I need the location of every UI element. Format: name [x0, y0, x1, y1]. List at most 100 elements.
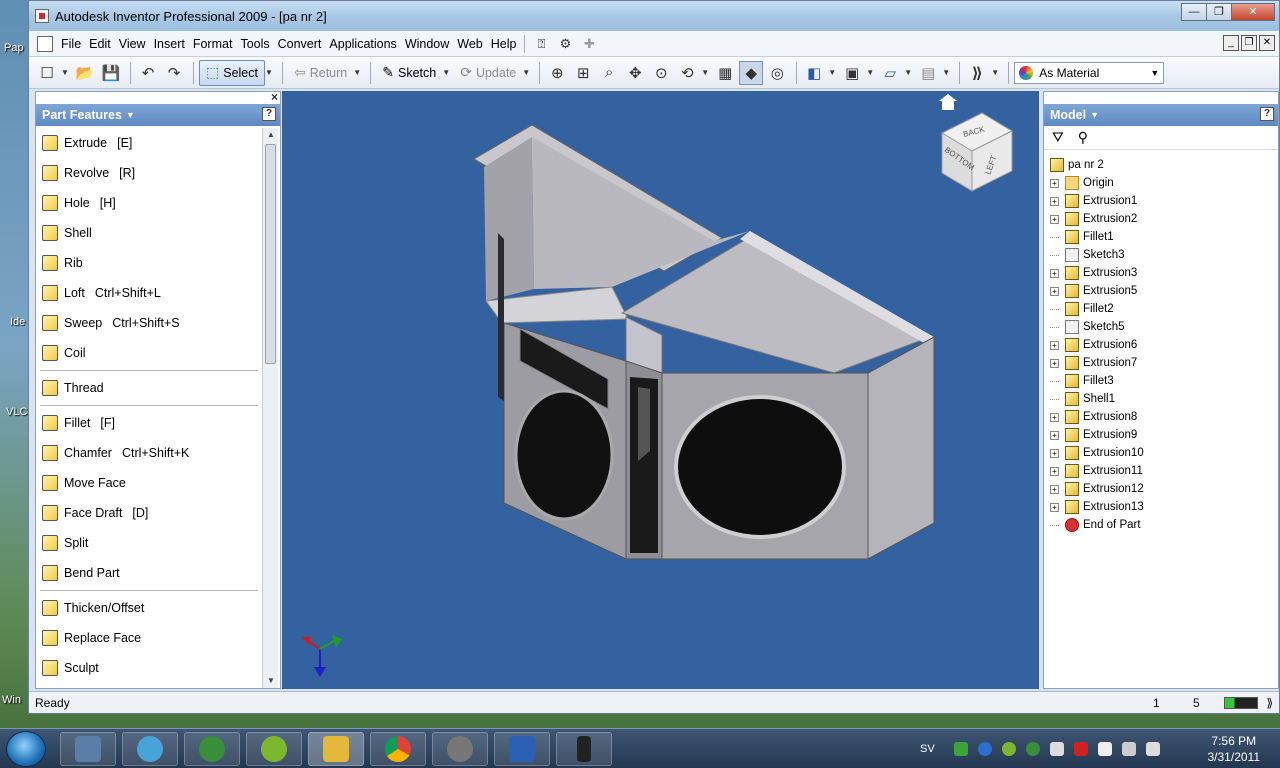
feature-hole[interactable]: Hole [H] — [36, 188, 262, 218]
utorrent-tray-icon[interactable] — [1025, 742, 1040, 756]
app-icon[interactable] — [35, 9, 49, 23]
orbit-dropdown-icon[interactable]: ▼ — [701, 68, 713, 77]
taskbar-app-utorrent[interactable] — [184, 732, 240, 766]
display-mode-icon[interactable]: ▣ — [840, 61, 864, 85]
return-dropdown-icon[interactable]: ▼ — [353, 68, 365, 77]
whats-this-help-icon[interactable]: ⍰ — [532, 35, 550, 53]
select-button[interactable]: ⬚ Select — [199, 59, 265, 86]
expand-toggle-icon[interactable]: + — [1050, 214, 1059, 224]
tree-node[interactable]: + Extrusion8 — [1050, 408, 1278, 426]
plane-tray-icon[interactable] — [1049, 742, 1064, 756]
title-bar[interactable]: Autodesk Inventor Professional 2009 - [p… — [29, 1, 1279, 31]
return-button[interactable]: ⇦ Return — [288, 60, 353, 86]
filter-icon[interactable]: ⛛ — [1052, 129, 1064, 146]
sketch-dropdown-icon[interactable]: ▼ — [442, 68, 454, 77]
volume-tray-icon[interactable] — [1145, 742, 1160, 756]
expand-toggle-icon[interactable]: + — [1050, 502, 1059, 512]
new-dropdown-icon[interactable]: ▼ — [61, 68, 73, 77]
pan-icon[interactable]: ✥ — [623, 61, 647, 85]
expand-toggle-icon[interactable]: + — [1050, 448, 1059, 458]
feature-revolve[interactable]: Revolve [R] — [36, 158, 262, 188]
tree-node[interactable]: + Extrusion11 — [1050, 462, 1278, 480]
feature-thicken-offset[interactable]: Thicken/Offset — [36, 593, 262, 623]
taskbar-app-computer[interactable] — [60, 732, 116, 766]
look-at-icon[interactable]: ▦ — [713, 61, 737, 85]
shaded-display-icon[interactable]: ◆ — [739, 60, 764, 85]
save-icon[interactable]: 💾 — [99, 61, 123, 85]
logo-dropdown-icon[interactable]: ▼ — [991, 68, 1003, 77]
inventor-logo-icon[interactable]: ⟫ — [965, 61, 989, 85]
expand-toggle-icon[interactable]: + — [1050, 340, 1059, 350]
expand-toggle-icon[interactable]: + — [1050, 196, 1059, 206]
expand-toggle-icon[interactable]: + — [1050, 358, 1059, 368]
tree-node[interactable]: + Origin — [1050, 174, 1278, 192]
tree-node[interactable]: + Extrusion2 — [1050, 210, 1278, 228]
menu-edit[interactable]: Edit — [85, 37, 115, 51]
clock[interactable]: 7:56 PM 3/31/2011 — [1208, 733, 1261, 765]
feature-bend-part[interactable]: Bend Part — [36, 558, 262, 588]
tree-node[interactable]: Fillet3 — [1050, 372, 1278, 390]
maximize-button[interactable]: ❐ — [1206, 3, 1232, 21]
close-button[interactable]: ✕ — [1231, 3, 1275, 21]
tree-node[interactable]: + Extrusion6 — [1050, 336, 1278, 354]
feature-chamfer[interactable]: Chamfer Ctrl+Shift+K — [36, 438, 262, 468]
menu-tools[interactable]: Tools — [236, 37, 273, 51]
select-dropdown-icon[interactable]: ▼ — [265, 68, 277, 77]
menu-file[interactable]: File — [57, 37, 85, 51]
menu-insert[interactable]: Insert — [150, 37, 189, 51]
part-features-header[interactable]: Part Features ▼ ? — [36, 104, 280, 126]
menu-web[interactable]: Web — [453, 37, 486, 51]
tree-node[interactable]: + Extrusion5 — [1050, 282, 1278, 300]
feature-fillet[interactable]: Fillet [F] — [36, 408, 262, 438]
tree-node[interactable]: Shell1 — [1050, 390, 1278, 408]
view-cube-icon[interactable]: ◧ — [802, 61, 826, 85]
scroll-up-icon[interactable]: ▲ — [263, 128, 279, 142]
menu-format[interactable]: Format — [189, 37, 237, 51]
add-icon[interactable]: ✚ — [580, 35, 598, 53]
tree-node[interactable]: + Extrusion12 — [1050, 480, 1278, 498]
taskbar-app-inventor[interactable] — [308, 732, 364, 766]
scroll-down-icon[interactable]: ▼ — [263, 674, 279, 688]
open-folder-icon[interactable]: 📂 — [73, 61, 97, 85]
feature-thread[interactable]: Thread — [36, 373, 262, 403]
steering-wheel-icon[interactable]: ◎ — [765, 61, 789, 85]
tree-node[interactable]: + Extrusion10 — [1050, 444, 1278, 462]
feature-split[interactable]: Split — [36, 528, 262, 558]
tree-node[interactable]: Fillet2 — [1050, 300, 1278, 318]
section-icon[interactable]: ▤ — [916, 61, 940, 85]
display-tray-icon[interactable] — [1121, 742, 1136, 756]
orbit-icon[interactable]: ⟲ — [675, 61, 699, 85]
section-dropdown-icon[interactable]: ▼ — [942, 68, 954, 77]
tree-node[interactable]: + Extrusion7 — [1050, 354, 1278, 372]
doc-close-button[interactable]: ✕ — [1259, 35, 1275, 51]
tree-node[interactable]: Fillet1 — [1050, 228, 1278, 246]
panel-close-icon[interactable]: × — [271, 90, 278, 104]
product-tools-icon[interactable]: ⚙ — [556, 35, 574, 53]
feature-loft[interactable]: Loft Ctrl+Shift+L — [36, 278, 262, 308]
taskbar-app-messenger[interactable] — [122, 732, 178, 766]
taskbar-app-phone[interactable] — [556, 732, 612, 766]
tree-root[interactable]: pa nr 2 — [1050, 156, 1278, 174]
expand-toggle-icon[interactable]: + — [1050, 178, 1059, 188]
material-select[interactable]: As Material ▼ — [1014, 61, 1165, 84]
feature-face-draft[interactable]: Face Draft [D] — [36, 498, 262, 528]
redo-icon[interactable]: ↷ — [162, 61, 186, 85]
zoom-icon[interactable]: ⌕ — [597, 61, 621, 85]
minimize-button[interactable]: — — [1181, 3, 1207, 21]
view-dropdown-icon[interactable]: ▼ — [828, 68, 840, 77]
scroll-thumb[interactable] — [265, 144, 276, 364]
doc-restore-button[interactable]: ❐ — [1241, 35, 1257, 51]
flag-tray-icon[interactable] — [1097, 742, 1112, 756]
update-button[interactable]: ⟳ Update — [454, 60, 522, 86]
start-button[interactable] — [6, 731, 46, 767]
feature-coil[interactable]: Coil — [36, 338, 262, 368]
menu-convert[interactable]: Convert — [274, 37, 326, 51]
spotify-tray-icon[interactable] — [1001, 742, 1016, 756]
taskbar-app-chrome[interactable] — [370, 732, 426, 766]
tree-node[interactable]: + Extrusion13 — [1050, 498, 1278, 516]
ground-plane-dropdown-icon[interactable]: ▼ — [904, 68, 916, 77]
subwoofer-box-model[interactable]: BACK BOTTOM LEFT — [282, 91, 1039, 689]
feature-replace-face[interactable]: Replace Face — [36, 623, 262, 653]
sketch-button[interactable]: ✎ Sketch — [376, 60, 442, 86]
feature-sweep[interactable]: Sweep Ctrl+Shift+S — [36, 308, 262, 338]
